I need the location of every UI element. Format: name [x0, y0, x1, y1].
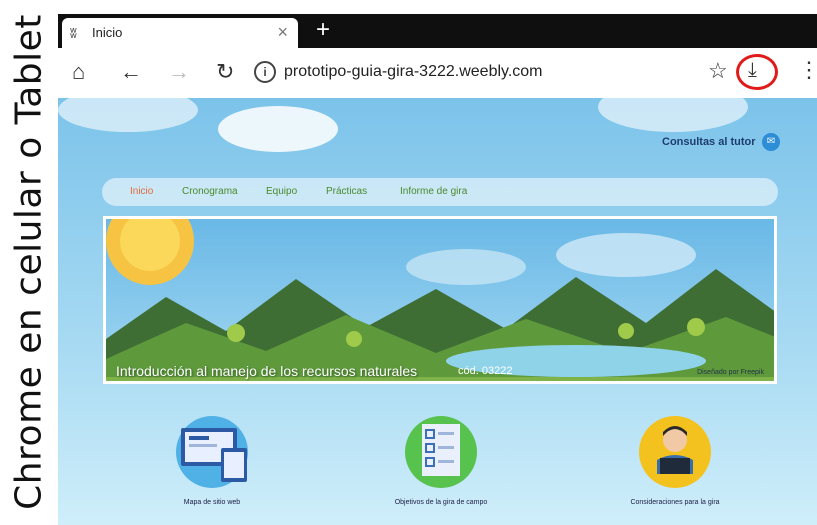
reload-icon[interactable]: ↻: [216, 60, 234, 84]
landscape-illustration: [106, 219, 774, 381]
browser-window: ʬ Inicio × + ⌂ ← → ↻ i prototipo-guia-gi…: [58, 14, 817, 525]
reader-icon: [639, 416, 711, 488]
star-icon[interactable]: ☆: [708, 58, 728, 84]
site-nav: Inicio Cronograma Equipo Prácticas Infor…: [102, 178, 778, 206]
hero-banner: Introducción al manejo de los recursos n…: [103, 216, 777, 384]
back-icon[interactable]: ←: [120, 60, 142, 84]
nav-item-informe[interactable]: Informe de gira: [400, 186, 467, 197]
download-button[interactable]: ⤓: [736, 54, 778, 90]
icon-label: Objetivos de la gira de campo: [394, 499, 488, 506]
info-icon[interactable]: i: [254, 61, 276, 83]
nav-item-inicio[interactable]: Inicio: [130, 186, 153, 197]
menu-icon[interactable]: ⋮: [798, 57, 817, 83]
caption-text: Chrome en celular o Tablet: [8, 14, 50, 510]
icon-label: Mapa de sitio web: [183, 499, 241, 506]
new-tab-icon[interactable]: +: [316, 16, 330, 44]
devices-icon: [176, 416, 248, 488]
cloud-decoration: [598, 98, 748, 132]
icon-label: Consideraciones para la gira: [630, 499, 720, 506]
tab-strip: ʬ Inicio × +: [58, 14, 817, 48]
side-caption: Chrome en celular o Tablet: [0, 0, 58, 525]
weebly-w-icon: ʬ: [70, 25, 77, 41]
cloud-decoration: [58, 98, 198, 132]
objectives-link[interactable]: Objetivos de la gira de campo: [376, 414, 506, 506]
image-credit: Diseñado por Freepik: [697, 369, 764, 376]
nav-item-equipo[interactable]: Equipo: [266, 186, 297, 197]
download-icon: ⤓: [748, 59, 757, 81]
nav-item-practicas[interactable]: Prácticas: [326, 186, 367, 197]
tab-title: Inicio: [92, 25, 123, 40]
cloud-decoration: [218, 106, 338, 152]
close-icon[interactable]: ×: [277, 22, 288, 43]
home-icon[interactable]: ⌂: [72, 60, 85, 84]
tutor-link[interactable]: Consultas al tutor: [662, 136, 756, 148]
web-page: Consultas al tutor ✉ Inicio Cronograma E…: [58, 98, 817, 525]
toolbar: ⌂ ← → ↻ i prototipo-guia-gira-3222.weebl…: [58, 48, 817, 98]
sitemap-link[interactable]: Mapa de sitio web: [152, 414, 272, 506]
nav-item-cronograma[interactable]: Cronograma: [182, 186, 238, 197]
tab-inicio[interactable]: ʬ Inicio ×: [62, 18, 298, 48]
forward-icon[interactable]: →: [168, 60, 190, 84]
address-bar[interactable]: i prototipo-guia-gira-3222.weebly.com: [248, 57, 768, 89]
checklist-icon: [405, 416, 477, 488]
considerations-link[interactable]: Consideraciones para la gira: [610, 414, 740, 506]
mail-icon[interactable]: ✉: [762, 133, 780, 151]
url-text: prototipo-guia-gira-3222.weebly.com: [284, 63, 543, 80]
course-code: cód. 03222: [458, 365, 513, 377]
hero-title: Introducción al manejo de los recursos n…: [116, 363, 418, 379]
